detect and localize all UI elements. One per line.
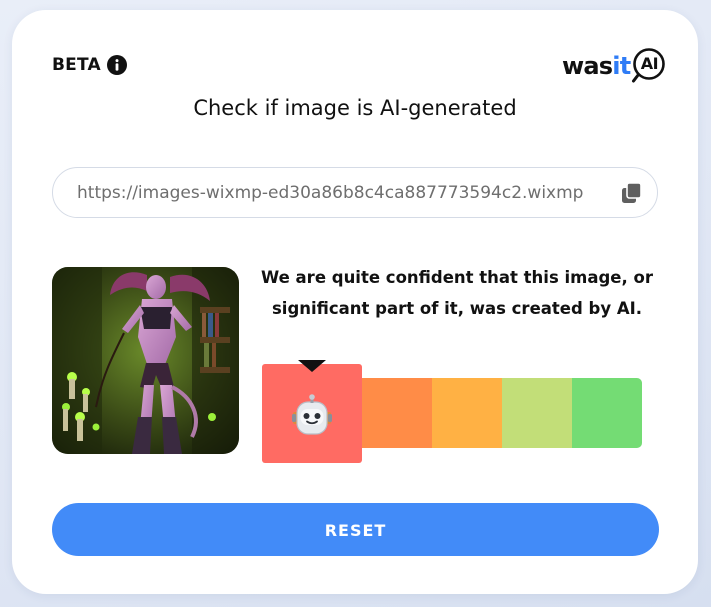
logo-text-main: was xyxy=(562,52,613,80)
reset-button[interactable]: RESET xyxy=(52,503,659,556)
logo-text-accent: it xyxy=(612,52,631,80)
image-url-input[interactable]: https://images-wixmp-ed30a86b8c4ca887773… xyxy=(52,167,658,218)
scale-segment-likely-ai xyxy=(362,378,432,448)
scale-segment-likely-human xyxy=(502,378,572,448)
beta-badge: BETA xyxy=(52,55,127,75)
logo-badge-text: AI xyxy=(640,54,659,73)
copy-icon[interactable] xyxy=(621,182,643,204)
beta-label: BETA xyxy=(52,55,101,75)
robot-face-icon xyxy=(289,394,335,440)
detector-card: BETA wasit AI Check if image is AI-gener… xyxy=(12,10,698,594)
image-url-value[interactable]: https://images-wixmp-ed30a86b8c4ca887773… xyxy=(77,183,613,203)
pointer-icon xyxy=(298,360,326,372)
scale-segment-human xyxy=(572,378,642,448)
scale-segment-ai xyxy=(262,360,362,463)
verdict-line-1: We are quite confident that this image, … xyxy=(261,268,653,287)
wasitai-logo[interactable]: wasit AI xyxy=(562,48,671,84)
uploaded-image-thumbnail xyxy=(52,267,239,454)
magnifier-icon: AI xyxy=(631,48,671,84)
logo-wordmark: wasit xyxy=(562,52,631,80)
scale-segment-uncertain xyxy=(432,378,502,448)
page-title: Check if image is AI-generated xyxy=(193,96,517,120)
verdict-line-2: significant part of it, was created by A… xyxy=(271,299,643,318)
info-icon[interactable] xyxy=(106,55,127,75)
confidence-scale xyxy=(262,360,642,465)
verdict-text: We are quite confident that this image, … xyxy=(257,262,657,324)
